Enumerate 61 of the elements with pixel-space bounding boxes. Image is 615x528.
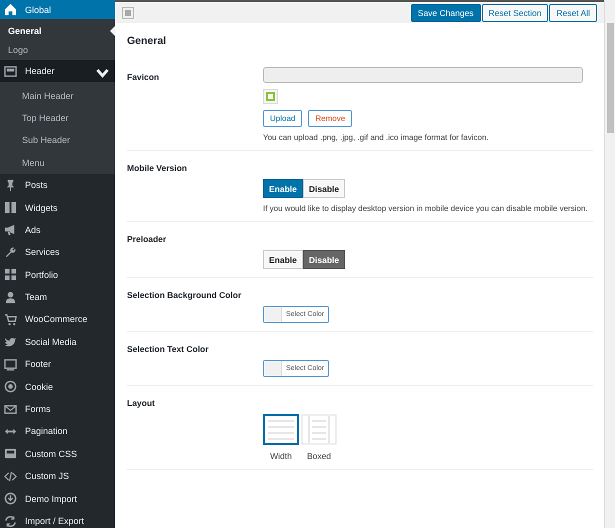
pin-icon <box>4 178 17 192</box>
toolbar-button[interactable]: Reset All <box>549 4 598 22</box>
sidebar-item[interactable]: Ads <box>0 218 115 242</box>
sidebar-item[interactable]: Global <box>0 0 115 19</box>
sidebar-item[interactable]: Import / Export <box>0 510 115 528</box>
sidebar-item[interactable]: Cookie <box>0 375 115 398</box>
toolbar-button[interactable]: Reset Section <box>482 4 548 22</box>
submenu-item[interactable]: Main Header <box>0 84 115 107</box>
sidebar-item[interactable]: Widgets <box>0 196 115 219</box>
scrollbar[interactable] <box>604 0 615 528</box>
field-description: You can upload .png, .jpg, .gif and .ico image format for favicon. <box>263 133 489 142</box>
monitor-icon <box>4 358 17 371</box>
sidebar-item[interactable]: Footer <box>0 353 115 376</box>
columns-icon <box>4 201 17 214</box>
envelope-icon <box>4 402 17 416</box>
sidebar-item[interactable]: Custom CSS <box>0 442 115 466</box>
toolbar-button[interactable]: Save Changes <box>410 4 481 22</box>
field-label: Favicon <box>127 71 160 84</box>
cart-icon <box>4 312 17 326</box>
field-label: Selection Background Color <box>127 290 242 302</box>
url-field[interactable] <box>263 67 583 83</box>
download-icon <box>4 492 17 506</box>
refresh-icon <box>4 514 17 528</box>
sidebar-item[interactable]: Custom JS <box>0 465 115 488</box>
chevron-icon <box>96 67 109 80</box>
remove-button[interactable]: Remove <box>308 110 352 127</box>
sidebar-item[interactable]: Services <box>0 241 115 264</box>
submenu-item[interactable]: Sub Header <box>0 129 115 152</box>
section-title: General <box>127 34 168 49</box>
megaphone-icon <box>4 223 17 236</box>
submenu-item[interactable]: Menu <box>0 152 115 174</box>
sidebar-item[interactable]: Social Media <box>0 330 115 354</box>
toggle-option[interactable]: Enable <box>263 250 303 269</box>
header-icon <box>4 64 17 78</box>
home-icon <box>4 3 17 16</box>
panel-toggle-icon[interactable] <box>122 6 134 18</box>
toggle-option[interactable]: Enable <box>263 179 303 198</box>
submenu-item[interactable]: Logo <box>0 40 115 60</box>
field-description: If you would like to display desktop version in mobile device you can disable mobile version. <box>263 204 588 213</box>
bird-icon <box>4 335 17 348</box>
sidebar-item[interactable]: Forms <box>0 398 115 420</box>
cookie-icon <box>4 380 17 394</box>
sidebar-item[interactable]: Demo Import <box>0 487 115 510</box>
sidebar-item[interactable]: Pagination <box>0 420 115 443</box>
grid-icon <box>4 268 17 282</box>
upload-button[interactable]: Upload <box>263 110 302 127</box>
submenu-item[interactable]: Top Header <box>0 106 115 130</box>
sidebar-item[interactable]: Portfolio <box>0 264 115 286</box>
wrench-icon <box>4 246 17 259</box>
sidebar-item[interactable]: Team <box>0 286 115 308</box>
field-label: Mobile Version <box>127 163 188 175</box>
toggle-option[interactable]: Disable <box>302 250 346 269</box>
field-label: Layout <box>127 398 156 410</box>
toggle-option[interactable]: Disable <box>302 179 346 198</box>
person-icon <box>4 290 17 304</box>
sidebar-item[interactable]: Header <box>0 60 115 82</box>
favicon-preview-icon <box>263 89 278 104</box>
sidebar-item[interactable]: WooCommerce <box>0 308 115 331</box>
sidebar-item[interactable]: Posts <box>0 174 115 196</box>
field-label: Selection Text Color <box>127 344 210 356</box>
field-label: Preloader <box>127 234 168 246</box>
